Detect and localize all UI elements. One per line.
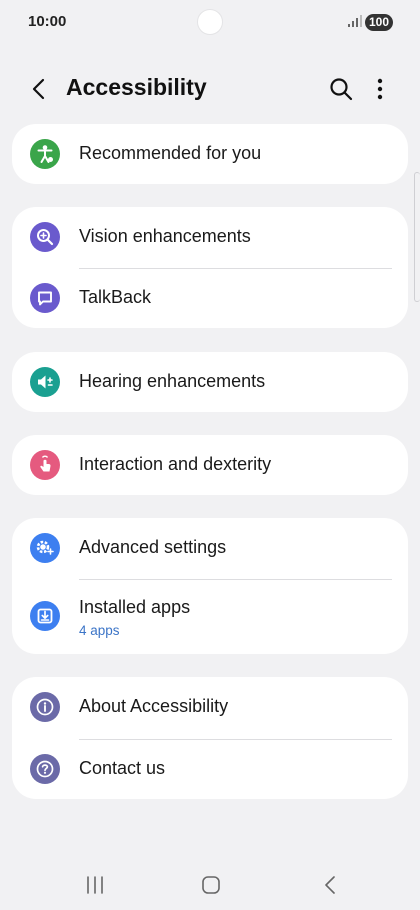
speaker-plus-icon <box>30 367 60 397</box>
battery-badge: 100 <box>365 14 393 31</box>
scroll-edge-indicator <box>414 172 420 302</box>
row-label: Recommended for you <box>79 143 262 163</box>
recents-icon[interactable] <box>84 874 106 896</box>
app-bar: Accessibility <box>0 60 420 118</box>
card-hearing: Hearing enhancements <box>12 352 408 412</box>
status-time: 10:00 <box>28 13 67 30</box>
speech-bubble-icon <box>30 283 60 313</box>
card-advanced: Advanced settings Installed apps 4 apps <box>12 518 408 654</box>
question-icon <box>30 754 60 784</box>
signal-icon <box>348 15 362 27</box>
page-title: Accessibility <box>66 74 207 100</box>
download-icon <box>30 601 60 631</box>
row-contact-us[interactable]: Contact us <box>12 739 408 799</box>
row-interaction-dexterity[interactable]: Interaction and dexterity <box>12 435 408 495</box>
gear-plus-icon <box>30 533 60 563</box>
row-label: Contact us <box>79 758 166 778</box>
status-bar: 10:00 100 <box>0 0 420 44</box>
back-button[interactable] <box>26 76 52 102</box>
search-icon <box>330 78 353 101</box>
nav-back-icon[interactable] <box>320 874 342 896</box>
info-icon <box>30 692 60 722</box>
row-label: TalkBack <box>79 287 152 307</box>
row-advanced-settings[interactable]: Advanced settings <box>12 518 408 578</box>
home-icon[interactable] <box>200 874 222 896</box>
row-about-accessibility[interactable]: About Accessibility <box>12 677 408 737</box>
row-label: Installed apps <box>79 597 191 617</box>
chevron-left-icon <box>32 78 45 100</box>
row-label: Hearing enhancements <box>79 371 266 391</box>
card-recommended: Recommended for you <box>12 124 408 184</box>
row-label: Advanced settings <box>79 537 227 557</box>
row-installed-apps[interactable]: Installed apps 4 apps <box>12 579 408 654</box>
card-vision: Vision enhancements TalkBack <box>12 207 408 328</box>
navigation-bar <box>0 862 420 910</box>
more-options-button[interactable] <box>368 76 392 102</box>
row-sublabel: 4 apps <box>79 623 120 638</box>
row-label: About Accessibility <box>79 696 229 716</box>
magnifier-plus-icon <box>30 222 60 252</box>
accessibility-person-icon <box>30 139 60 169</box>
camera-cutout <box>197 9 223 35</box>
row-recommended[interactable]: Recommended for you <box>12 124 408 184</box>
row-hearing-enhancements[interactable]: Hearing enhancements <box>12 352 408 412</box>
row-label: Vision enhancements <box>79 226 251 246</box>
row-vision-enhancements[interactable]: Vision enhancements <box>12 207 408 267</box>
search-button[interactable] <box>328 76 354 102</box>
row-talkback[interactable]: TalkBack <box>12 268 408 328</box>
hand-tap-icon <box>30 450 60 480</box>
card-interaction: Interaction and dexterity <box>12 435 408 495</box>
card-about: About Accessibility Contact us <box>12 677 408 799</box>
row-label: Interaction and dexterity <box>79 454 272 474</box>
more-vertical-icon <box>377 78 383 100</box>
